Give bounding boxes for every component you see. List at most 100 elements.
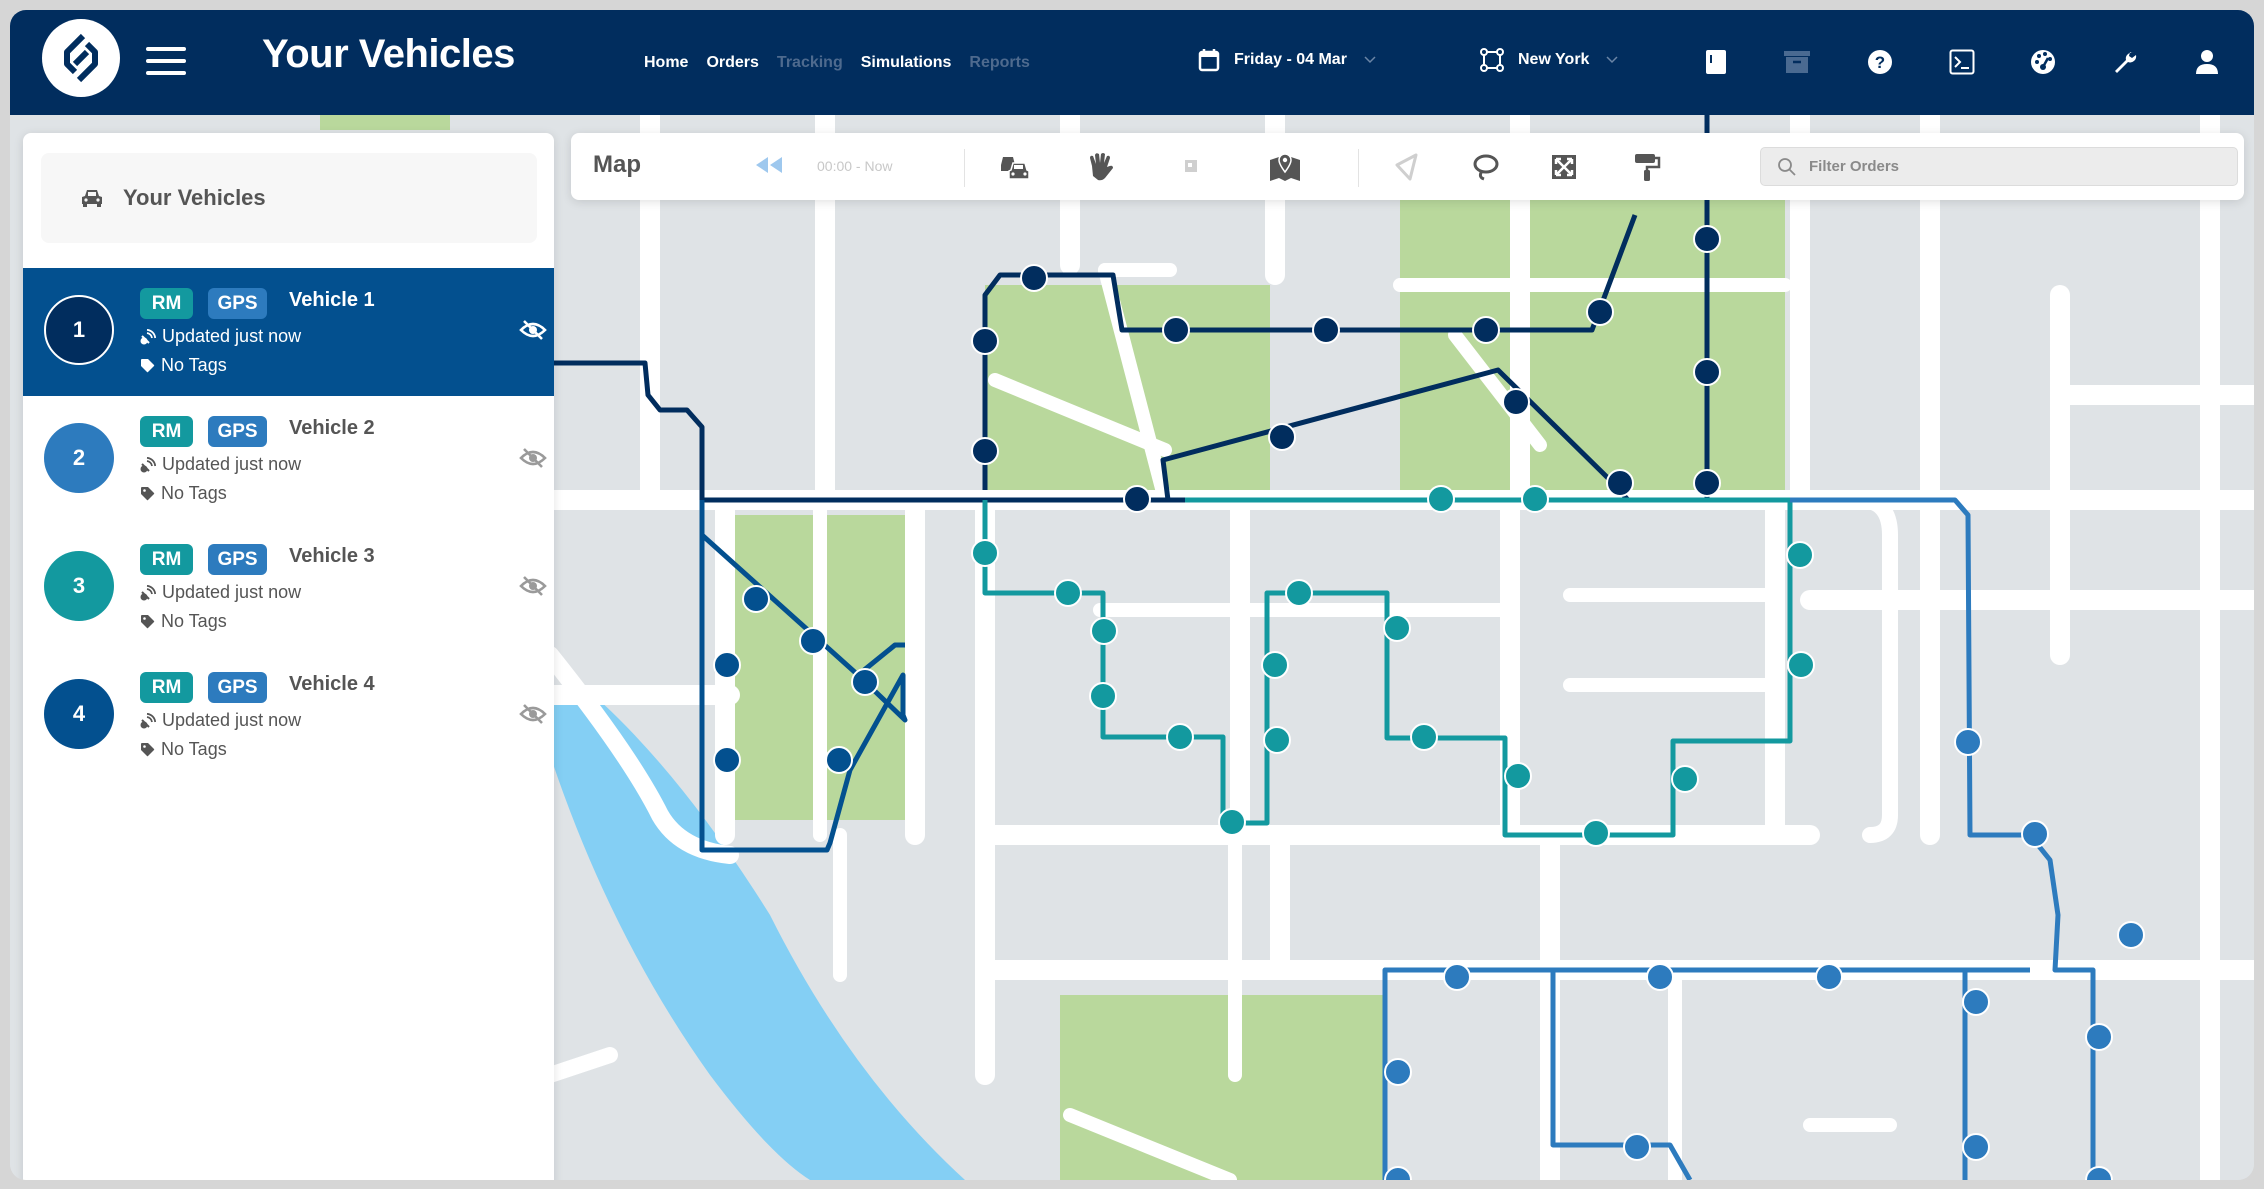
stop-marker[interactable] <box>1646 963 1674 991</box>
rewind-button[interactable] <box>754 155 784 180</box>
updated-text: Updated just now <box>162 454 302 474</box>
nav-home[interactable]: Home <box>644 54 688 72</box>
stop-marker[interactable] <box>1504 762 1532 790</box>
vehicle-tags: No Tags <box>140 483 227 504</box>
rm-badge: RM <box>140 544 193 575</box>
menu-hamburger-button[interactable] <box>146 47 186 75</box>
stop-marker[interactable] <box>1089 682 1117 710</box>
lasso-button[interactable] <box>1470 151 1502 183</box>
stop-marker[interactable] <box>1123 485 1151 513</box>
traffic-button[interactable] <box>999 151 1031 183</box>
stop-marker[interactable] <box>2021 820 2049 848</box>
dashboard-button[interactable] <box>2028 47 2058 77</box>
stop-marker[interactable] <box>1786 541 1814 569</box>
stop-marker[interactable] <box>1693 469 1721 497</box>
help-button[interactable]: ? <box>1865 47 1895 77</box>
stop-marker[interactable] <box>1218 808 1246 836</box>
date-picker[interactable]: Friday - 04 Mar <box>1198 48 1377 72</box>
stop-marker[interactable] <box>1962 988 1990 1016</box>
rewind-icon <box>756 157 782 173</box>
stop-marker[interactable] <box>1472 316 1500 344</box>
vehicle-row-1[interactable]: 1 RM GPS Vehicle 1 Updated just now No T… <box>23 268 554 396</box>
stop-marker[interactable] <box>1054 579 1082 607</box>
notebook-button[interactable] <box>1701 47 1731 77</box>
toggle-visibility-button[interactable] <box>519 446 547 470</box>
app-logo[interactable] <box>42 19 120 97</box>
eye-slash-icon <box>519 576 547 596</box>
vehicle-number-avatar: 1 <box>44 295 114 365</box>
stop-marker[interactable] <box>1582 819 1610 847</box>
stop-marker[interactable] <box>2085 1023 2113 1051</box>
stop-marker[interactable] <box>1693 358 1721 386</box>
nav-simulations[interactable]: Simulations <box>861 54 952 72</box>
stop-marker[interactable] <box>1384 1058 1412 1086</box>
stop-marker[interactable] <box>971 437 999 465</box>
small-marker-icon <box>1185 160 1197 172</box>
stop-marker[interactable] <box>1962 1133 1990 1161</box>
stop-marker[interactable] <box>1090 617 1118 645</box>
user-profile-button[interactable] <box>2192 47 2222 77</box>
stop-marker[interactable] <box>1606 469 1634 497</box>
stop-marker[interactable] <box>851 668 879 696</box>
stop-marker[interactable] <box>1586 298 1614 326</box>
stop-marker[interactable] <box>1815 963 1843 991</box>
stop-marker[interactable] <box>1787 651 1815 679</box>
stop-marker[interactable] <box>713 651 741 679</box>
stop-marker[interactable] <box>825 746 853 774</box>
stop-marker[interactable] <box>1285 579 1313 607</box>
stop-marker[interactable] <box>1671 765 1699 793</box>
polygon-select-button[interactable] <box>1391 151 1423 183</box>
stop-marker[interactable] <box>1502 388 1530 416</box>
stop-marker[interactable] <box>1623 1133 1651 1161</box>
vehicle-name: Vehicle 1 <box>289 289 375 311</box>
archive-icon <box>1784 51 1810 73</box>
stop-marker[interactable] <box>971 327 999 355</box>
stop-marker[interactable] <box>1427 485 1455 513</box>
stop-marker[interactable] <box>1443 963 1471 991</box>
terminal-button[interactable] <box>1947 47 1977 77</box>
stop-marker[interactable] <box>1268 423 1296 451</box>
stop-marker[interactable] <box>1383 614 1411 642</box>
region-picker[interactable]: New York <box>1480 48 1619 72</box>
stop-marker[interactable] <box>1261 651 1289 679</box>
marker-toggle-button[interactable] <box>1175 151 1207 183</box>
stop-marker[interactable] <box>713 746 741 774</box>
map-markers-button[interactable] <box>1269 151 1301 183</box>
style-painter-button[interactable] <box>1631 151 1663 183</box>
nav-reports[interactable]: Reports <box>969 54 1029 72</box>
stop-marker[interactable] <box>1410 723 1438 751</box>
stop-marker[interactable] <box>1263 726 1291 754</box>
vehicle-row-2[interactable]: 2 RM GPS Vehicle 2 Updated just now No T… <box>23 396 554 524</box>
stop-marker[interactable] <box>971 539 999 567</box>
filter-orders-field[interactable] <box>1760 147 2238 186</box>
toggle-visibility-button[interactable] <box>519 574 547 598</box>
stop-marker[interactable] <box>1521 485 1549 513</box>
vehicle-row-4[interactable]: 4 RM GPS Vehicle 4 Updated just now No T… <box>23 652 554 780</box>
stop-marker[interactable] <box>1954 728 1982 756</box>
notebook-icon <box>1706 50 1726 74</box>
stop-marker[interactable] <box>1020 264 1048 292</box>
stop-marker[interactable] <box>1312 316 1340 344</box>
stop-marker[interactable] <box>742 585 770 613</box>
fit-bounds-button[interactable] <box>1548 151 1580 183</box>
toolbar-divider <box>964 149 965 187</box>
filter-orders-input[interactable] <box>1807 157 2231 176</box>
stop-marker[interactable] <box>1162 316 1190 344</box>
updated-text: Updated just now <box>162 326 302 346</box>
vehicle-updated-status: Updated just now <box>140 710 301 731</box>
vehicle-updated-status: Updated just now <box>140 326 301 347</box>
pan-button[interactable] <box>1085 151 1117 183</box>
stop-marker[interactable] <box>1693 225 1721 253</box>
stop-marker[interactable] <box>799 627 827 655</box>
vehicle-number-avatar: 2 <box>44 423 114 493</box>
user-icon <box>2196 50 2218 74</box>
archive-button[interactable] <box>1782 47 1812 77</box>
stop-marker[interactable] <box>1166 723 1194 751</box>
settings-wrench-button[interactable] <box>2110 47 2140 77</box>
nav-orders[interactable]: Orders <box>706 54 758 72</box>
stop-marker[interactable] <box>2117 921 2145 949</box>
nav-tracking[interactable]: Tracking <box>777 54 843 72</box>
toggle-visibility-button[interactable] <box>519 702 547 726</box>
vehicle-row-3[interactable]: 3 RM GPS Vehicle 3 Updated just now No T… <box>23 524 554 652</box>
toggle-visibility-button[interactable] <box>519 318 547 342</box>
